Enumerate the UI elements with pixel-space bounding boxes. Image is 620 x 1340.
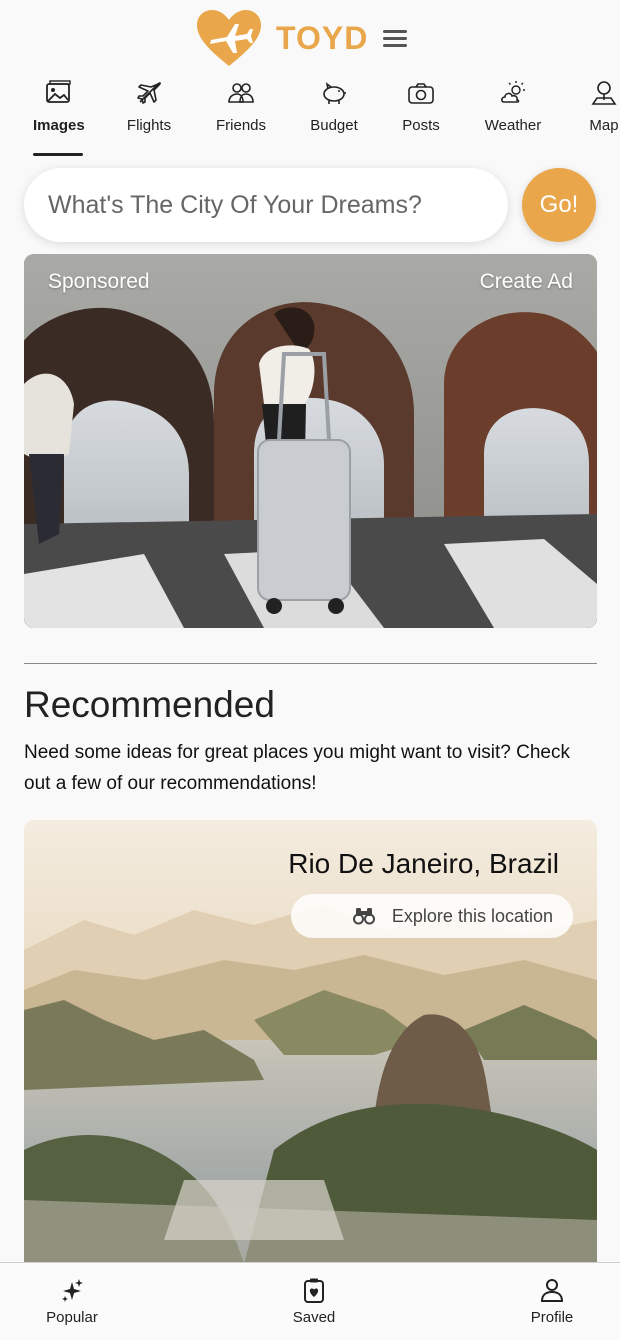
tab-images[interactable]: Images <box>33 78 85 134</box>
tab-label: Budget <box>310 117 358 134</box>
bottom-navigation: Popular Saved Profile <box>0 1262 620 1340</box>
tab-friends[interactable]: Friends <box>212 78 270 134</box>
clipboard-heart-icon <box>304 1278 324 1303</box>
tab-label: Flights <box>126 117 172 134</box>
nav-label: Popular <box>46 1309 98 1326</box>
sponsored-ad[interactable]: Sponsored Create Ad <box>24 254 597 628</box>
friends-icon <box>228 83 254 103</box>
tab-label: Images <box>33 117 85 134</box>
brand-name: TOYD <box>276 20 369 56</box>
tab-label: Weather <box>484 117 542 134</box>
map-pin-icon <box>591 81 617 105</box>
image-icon <box>46 80 71 103</box>
airplane-icon <box>137 82 161 104</box>
tab-label: Map <box>589 117 619 134</box>
active-tab-indicator <box>33 153 83 156</box>
nav-label: Saved <box>292 1309 336 1326</box>
tab-map[interactable]: Map <box>584 78 620 134</box>
sponsored-label: Sponsored <box>48 270 150 293</box>
create-ad-link[interactable]: Create Ad <box>480 270 573 294</box>
user-icon <box>540 1279 564 1302</box>
tab-label: Friends <box>215 117 267 134</box>
go-button[interactable]: Go! <box>522 168 596 242</box>
explore-label: Explore this location <box>391 905 553 926</box>
category-tabs: Images Flights Friends Budget Posts Weat… <box>0 78 620 158</box>
ad-image <box>24 254 597 628</box>
menu-icon[interactable] <box>383 30 407 50</box>
nav-saved[interactable]: Saved <box>288 1277 340 1326</box>
search-input[interactable] <box>24 168 508 242</box>
tab-label: Posts <box>402 117 440 134</box>
section-divider <box>24 663 597 664</box>
weather-icon <box>501 81 525 103</box>
camera-icon <box>408 83 434 104</box>
tab-flights[interactable]: Flights <box>120 78 178 134</box>
tab-posts[interactable]: Posts <box>396 78 446 134</box>
nav-label: Profile <box>530 1309 574 1326</box>
nav-popular[interactable]: Popular <box>44 1277 100 1326</box>
destination-image <box>24 820 597 1264</box>
piggy-bank-icon <box>323 82 346 104</box>
binoculars-icon <box>353 908 375 925</box>
recommended-heading: Recommended <box>24 684 275 725</box>
app-header: TOYD <box>0 0 620 78</box>
nav-profile[interactable]: Profile <box>526 1277 578 1326</box>
sparkle-icon <box>62 1279 83 1302</box>
destination-title: Rio De Janeiro, Brazil <box>288 848 559 879</box>
heart-airplane-logo-icon <box>197 10 261 66</box>
tab-weather[interactable]: Weather <box>480 78 546 134</box>
recommendation-card[interactable]: Rio De Janeiro, Brazil Explore this loca… <box>24 820 597 1264</box>
tab-budget[interactable]: Budget <box>306 78 362 134</box>
recommended-description: Need some ideas for great places you mig… <box>24 742 570 794</box>
explore-location-button[interactable]: Explore this location <box>291 894 573 938</box>
